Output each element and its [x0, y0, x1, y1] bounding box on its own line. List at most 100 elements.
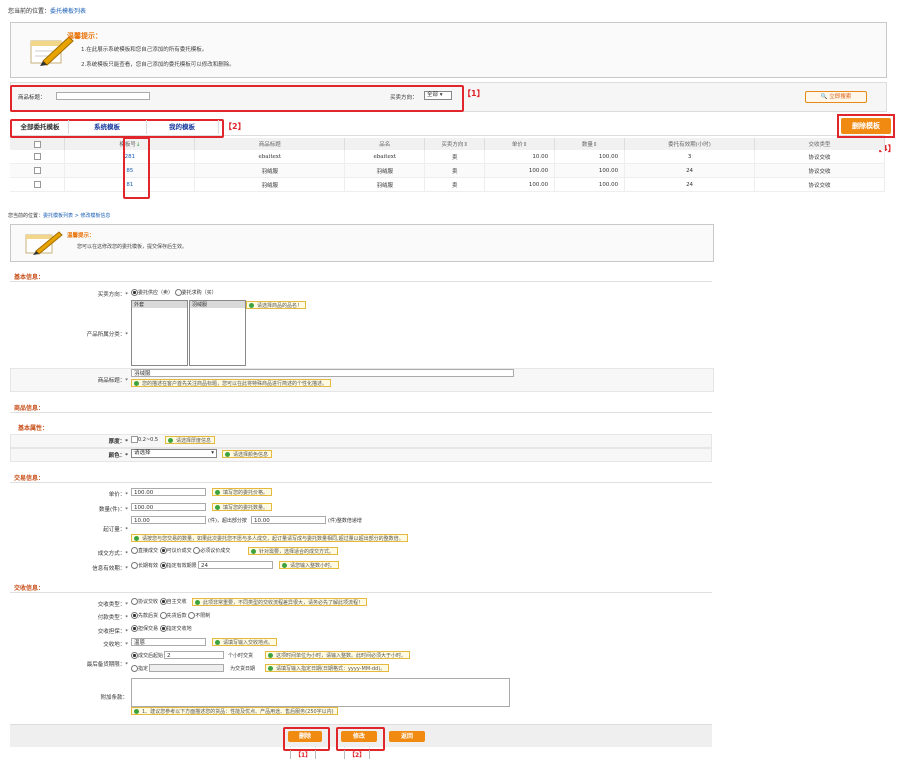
hint-text: 请按您与您交易的数量，如果此次委托您不愿与多人成交，起订量请写成与委托数量相同,…	[142, 536, 404, 542]
breadcrumb: 您当前的位置：委托模板列表	[8, 6, 86, 15]
row-checkbox-cell[interactable]	[10, 177, 66, 192]
section-basic-info: 基本信息：	[14, 274, 45, 281]
min-order-hint: 请按您与您交易的数量，如果此次委托您不愿与多人成交，起订量请写成与委托数量相同,…	[131, 534, 408, 542]
radio-label: 指定有效期限	[166, 563, 197, 569]
section-basic-attrs: 基本属性：	[18, 425, 49, 432]
radio-pay-first[interactable]	[131, 612, 138, 619]
cell-direction: 卖	[424, 163, 486, 178]
radio-label: 先款后货	[138, 613, 159, 619]
title-hint: 您的描述在客户首先关注商品标题，您可以在此将特殊商品进行简述的个性化描述。	[131, 379, 332, 387]
hint-text: 针对需要，选择适合的成交方式。	[259, 549, 335, 555]
radio-long-term[interactable]	[131, 562, 138, 569]
category-list-2[interactable]: 羽绒服	[189, 300, 246, 366]
place-input[interactable]: 温恩	[131, 638, 206, 646]
quantity-input[interactable]: 100.00	[131, 503, 206, 511]
radio-specified[interactable]	[159, 562, 167, 569]
breadcrumb-link[interactable]: 委托模板列表 > 修改模板信息	[43, 213, 110, 219]
delete-template-button[interactable]: 删除模板	[841, 118, 891, 134]
info-dot-icon	[168, 438, 173, 443]
select-all-checkbox[interactable]	[33, 140, 41, 148]
category-option[interactable]: 外套	[132, 301, 187, 308]
color-select[interactable]: 请选择 ▾	[131, 449, 217, 458]
search-input[interactable]	[56, 92, 150, 100]
category-option[interactable]: 羽绒服	[190, 301, 245, 308]
radio-sell[interactable]	[131, 289, 138, 296]
modify-button[interactable]: 修改	[341, 731, 377, 742]
radio-label: 成交后起始	[138, 653, 164, 659]
valid-hours-input[interactable]: 24	[198, 561, 273, 569]
direction-label: 买卖方向：	[390, 95, 418, 101]
cell-name: 羽绒服	[344, 177, 426, 192]
search-button[interactable]: 🔍 立即搜索	[805, 91, 867, 103]
radio-buy[interactable]	[174, 289, 182, 296]
color-value: 请选择	[134, 450, 151, 456]
cell-direction: 卖	[424, 177, 486, 192]
info-dot-icon	[215, 505, 220, 510]
price-input[interactable]: 100.00	[131, 488, 206, 496]
hint-text: 请您输入整数小时。	[290, 563, 336, 569]
valid-radio-group[interactable]: 长期有效 指定有效期限	[131, 562, 197, 569]
title-input[interactable]: 羽绒服	[131, 369, 514, 377]
chevron-down-icon: ▾	[211, 450, 214, 456]
radio-buy-label: 委托求购（买）	[181, 290, 217, 296]
row-checkbox[interactable]	[33, 167, 41, 174]
deadline-date-input[interactable]	[149, 664, 224, 672]
radio-negotiable[interactable]	[159, 547, 167, 554]
radio-goods-first[interactable]	[159, 612, 167, 619]
tab-system-templates[interactable]: 系统模板	[68, 120, 147, 134]
info-dot-icon	[195, 600, 200, 605]
deadline-hours-input[interactable]: 2	[164, 651, 224, 659]
hint-text: 请选择颜色信息	[233, 452, 269, 458]
delivery-type-radio-group[interactable]: 协议交收 自主交收	[131, 598, 187, 605]
direction-radio-group[interactable]: 委托供应（卖） 委托求购（买）	[131, 289, 217, 296]
pencil-notepad-icon	[25, 231, 63, 255]
header-label: 单价	[511, 142, 523, 148]
extra-terms-textarea[interactable]	[131, 678, 510, 707]
cell-quantity: 100.00	[554, 163, 626, 178]
category-list-1[interactable]: 外套	[131, 300, 188, 366]
cell-name: ebaitext	[344, 150, 426, 164]
radio-escrow[interactable]	[131, 625, 138, 632]
search-label: 商品标题：	[18, 95, 46, 101]
radio-self[interactable]	[159, 598, 167, 605]
color-field-label: 颜色：*	[108, 453, 128, 459]
row-checkbox[interactable]	[33, 181, 41, 188]
deadline-opt1[interactable]: 成交后起始	[131, 652, 163, 659]
thickness-hint: 请选择厚度信息	[165, 436, 216, 444]
direction-value: 全部	[427, 92, 439, 98]
row-checkbox-cell[interactable]	[10, 163, 66, 178]
radio-designated-place[interactable]	[159, 625, 167, 632]
tab-my-templates[interactable]: 我的模板	[146, 120, 219, 134]
header-direction[interactable]: 买卖方向⇕	[424, 138, 486, 150]
header-price[interactable]: 单价⇕	[484, 138, 556, 150]
thickness-option[interactable]: 0.2~0.5	[131, 436, 158, 443]
hint-text: 您的描述在客户首先关注商品标题，您可以在此将特殊商品进行简述的个性化描述。	[142, 381, 328, 387]
thickness-checkbox[interactable]	[131, 436, 138, 443]
info-dot-icon	[268, 653, 273, 658]
payment-radio-group[interactable]: 先款后货 先货后款 不限制	[131, 612, 210, 619]
breadcrumb-link[interactable]: 委托模板列表	[50, 8, 86, 15]
tip-line-1: 1.在此展示系统模板和您自己添加的所有委托模板。	[81, 47, 208, 53]
radio-after-deal[interactable]	[131, 652, 138, 659]
cell-valid: 24	[624, 163, 756, 178]
header-quantity[interactable]: 数量⇕	[554, 138, 626, 150]
guarantee-radio-group[interactable]: 担保交易 指定交收地	[131, 625, 192, 632]
direction-select[interactable]: 全部 ▾	[424, 91, 452, 100]
radio-direct[interactable]	[131, 547, 138, 554]
info-dot-icon	[134, 381, 139, 386]
radio-specified-date[interactable]	[131, 665, 138, 672]
tab-all-templates[interactable]: 全部委托模板	[12, 120, 69, 134]
guarantee-field-label: 交收担保：*	[97, 629, 128, 635]
min-order-input[interactable]: 10.00	[131, 516, 206, 524]
row-checkbox[interactable]	[33, 153, 41, 160]
delete-button[interactable]: 删除	[288, 731, 322, 742]
min-order-step-input[interactable]: 10.00	[251, 516, 326, 524]
header-select-all[interactable]	[10, 138, 66, 150]
annotation-label-modify: 【2】	[344, 750, 371, 759]
row-checkbox-cell[interactable]	[10, 150, 66, 164]
radio-protocol[interactable]	[131, 598, 138, 605]
back-button[interactable]: 返回	[389, 731, 425, 742]
deadline-opt2[interactable]: 指定	[131, 665, 148, 672]
section-trade-info: 交易信息：	[14, 475, 45, 482]
method-radio-group[interactable]: 直接成交 可议价成交 必须议价成交	[131, 547, 230, 554]
